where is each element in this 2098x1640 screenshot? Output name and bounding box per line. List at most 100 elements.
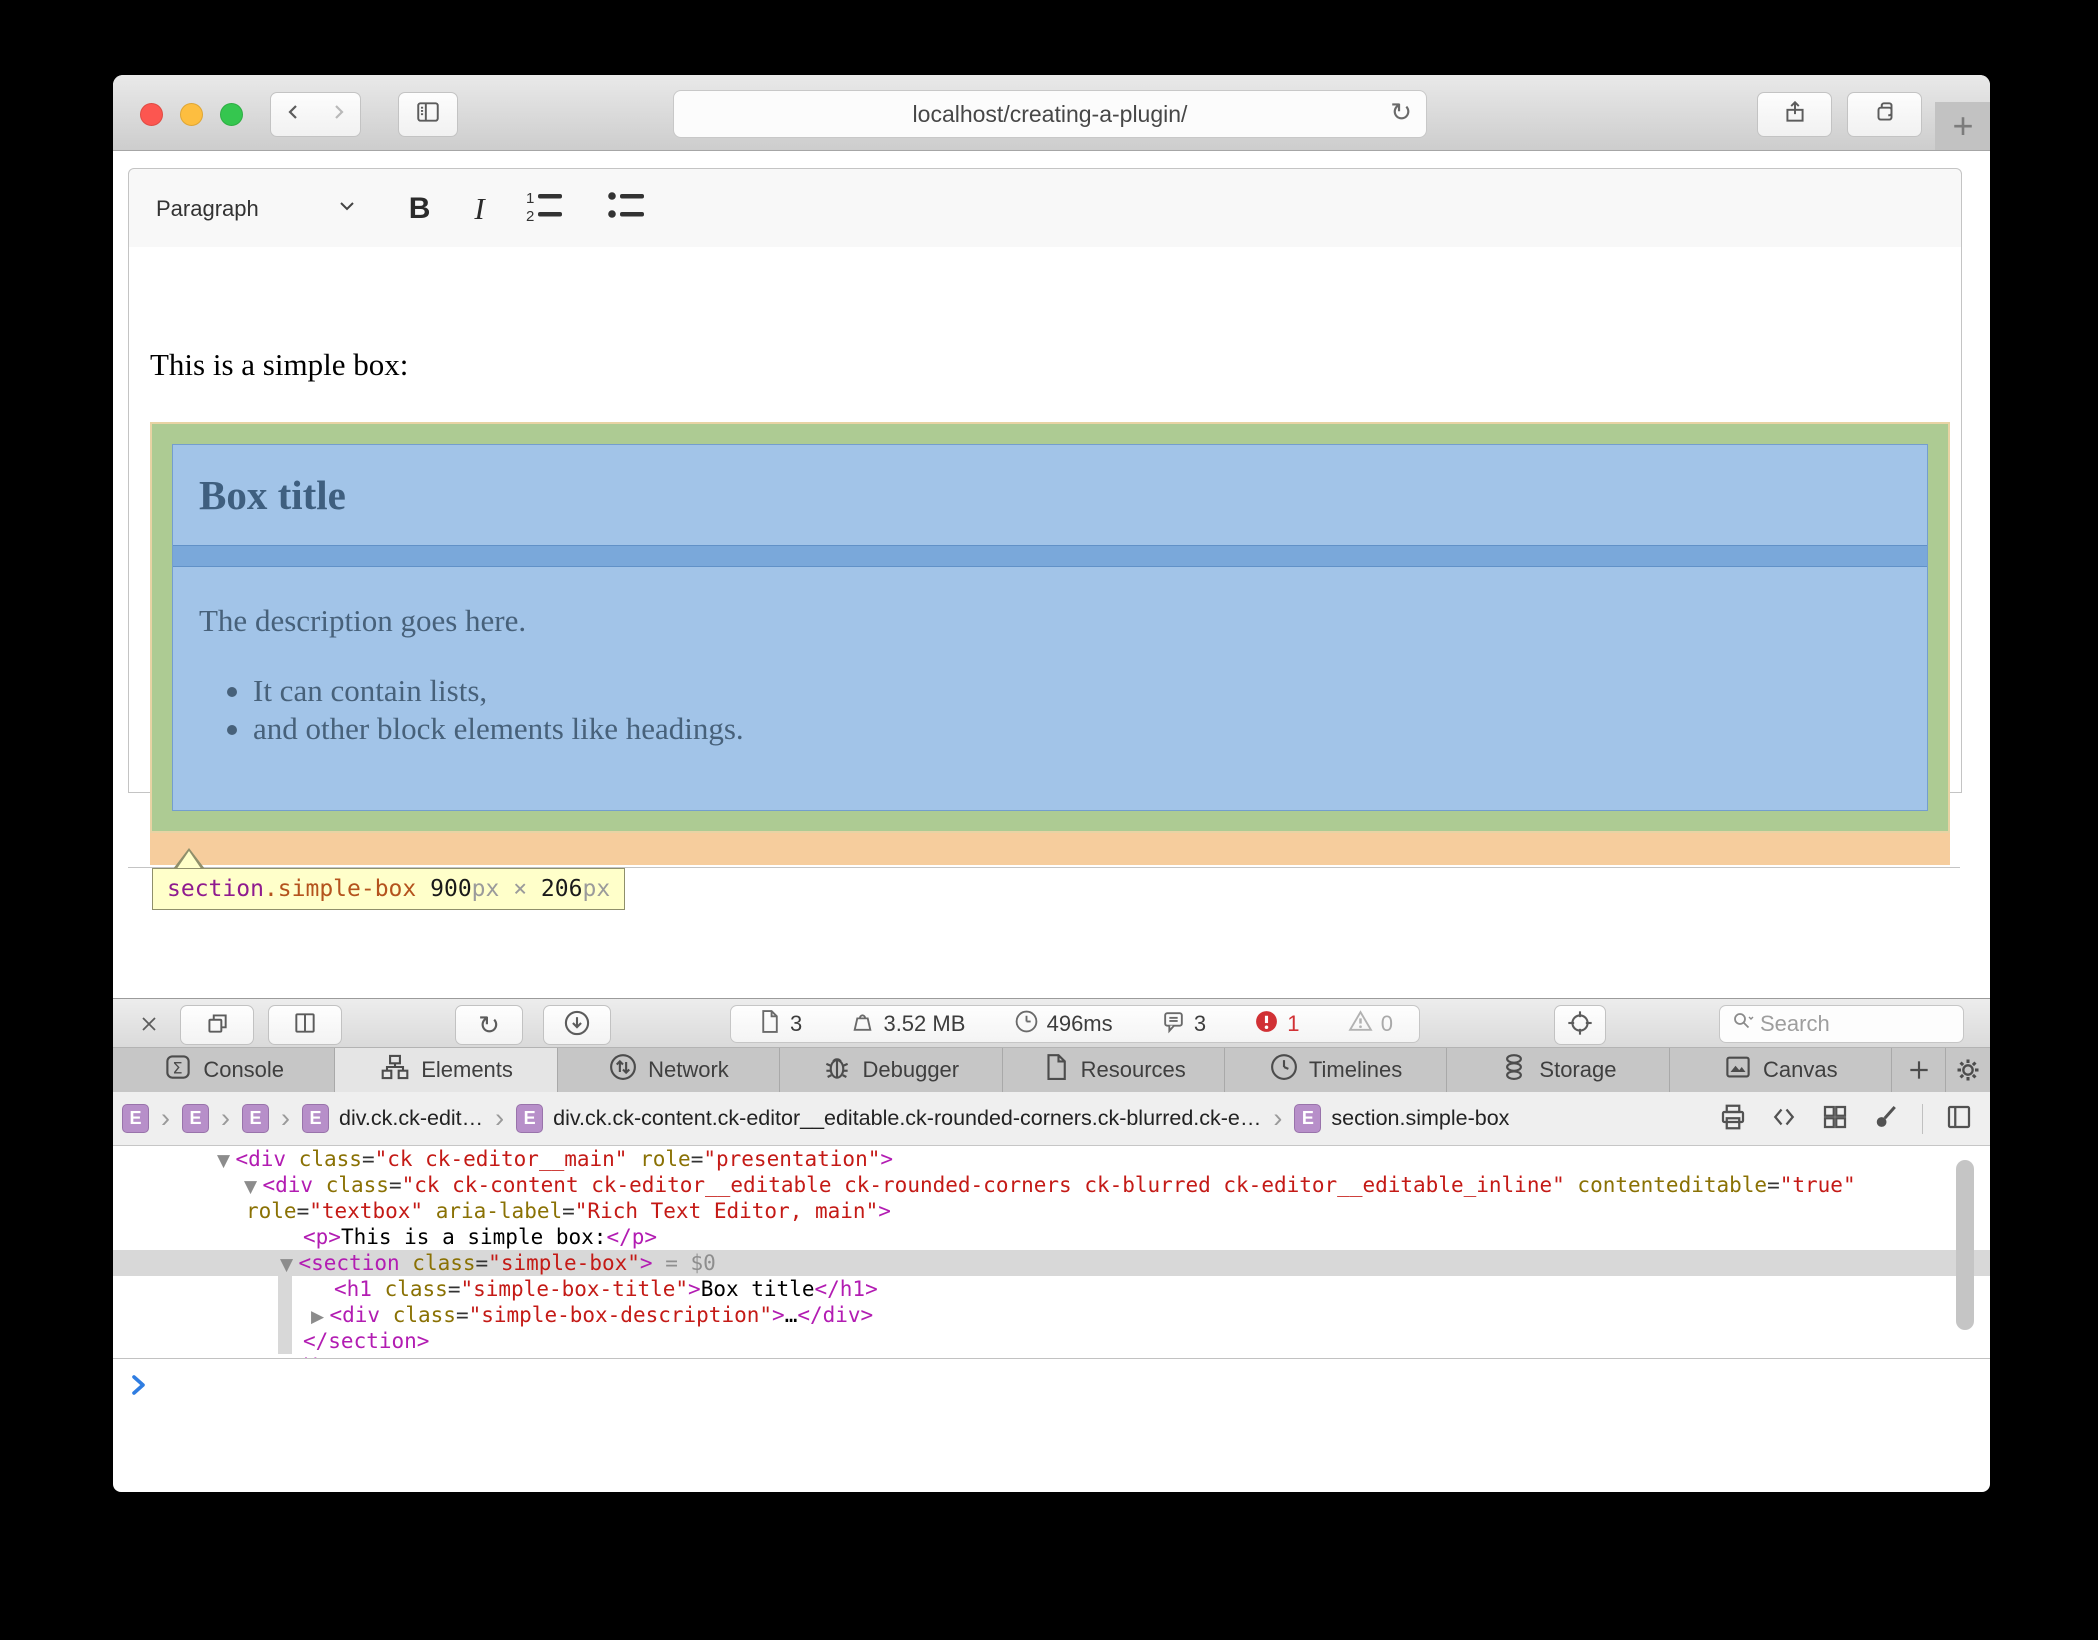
stat-error[interactable]: 1: [1254, 1009, 1299, 1040]
grid-icon[interactable]: [1820, 1102, 1850, 1137]
tab-resources[interactable]: Resources: [1003, 1048, 1225, 1092]
tab-storage[interactable]: Storage: [1447, 1048, 1669, 1092]
forward-icon: [326, 100, 350, 129]
syntax-token: </h1>: [815, 1277, 878, 1301]
tab-canvas[interactable]: Canvas: [1670, 1048, 1892, 1092]
settings-gear-button[interactable]: [1946, 1048, 1990, 1092]
element-badge[interactable]: E: [242, 1104, 269, 1133]
element-badge[interactable]: E: [182, 1104, 209, 1133]
bulleted-list-button[interactable]: [607, 188, 649, 229]
url-text: localhost/creating-a-plugin/: [913, 101, 1188, 128]
box-title[interactable]: Box title: [199, 471, 346, 519]
detach-inspector-button[interactable]: [180, 1005, 254, 1045]
dock-side-button[interactable]: [268, 1005, 342, 1045]
back-button[interactable]: [270, 92, 317, 137]
download-button[interactable]: [543, 1005, 611, 1045]
dom-tree-row[interactable]: ▼ <div class="ck ck-editor__main" role="…: [113, 1146, 1990, 1172]
box-description[interactable]: The description goes here.: [199, 603, 526, 639]
tab-debugger[interactable]: Debugger: [780, 1048, 1002, 1092]
tab-label: Elements: [421, 1057, 513, 1083]
tooltip-token: ×: [499, 876, 541, 902]
sidebar-toggle-button[interactable]: [398, 92, 458, 137]
syntax-token: =: [362, 1147, 375, 1171]
resource-stats-bar[interactable]: 3 3.52 MB 496ms 3 1 0: [730, 1005, 1420, 1043]
forward-button[interactable]: [315, 92, 361, 137]
svg-text:2: 2: [526, 208, 534, 224]
resources-icon: [1041, 1052, 1071, 1088]
stat-weight[interactable]: 3.52 MB: [850, 1009, 965, 1040]
tab-timelines[interactable]: Timelines: [1225, 1048, 1447, 1092]
numbered-list-button[interactable]: 12: [525, 188, 567, 229]
chevron-down-icon[interactable]: [337, 199, 357, 218]
minimize-window-button[interactable]: [180, 103, 203, 126]
dom-tree-row[interactable]: ▼ <div class="ck ck-content ck-editor__e…: [113, 1172, 1990, 1198]
syntax-token: class: [326, 1173, 389, 1197]
share-icon: [1782, 99, 1808, 130]
syntax-token: This is a simple box:: [341, 1225, 607, 1249]
dom-tree-row[interactable]: role="textbox" aria-label="Rich Text Edi…: [113, 1198, 1990, 1224]
share-button[interactable]: [1757, 92, 1832, 137]
inspector-search-field[interactable]: Search: [1719, 1005, 1964, 1043]
highlight-margin-strip: [150, 833, 1950, 865]
stat-document[interactable]: 3: [757, 1009, 802, 1040]
inspected-element-highlight: Box title The description goes here. It …: [150, 422, 1950, 833]
stat-warning[interactable]: 0: [1348, 1009, 1393, 1040]
dom-tree-row[interactable]: <h1 class="simple-box-title">Box title</…: [113, 1276, 1990, 1302]
tooltip-token: 206: [541, 876, 583, 902]
dom-tree-row[interactable]: <p>This is a simple box:</p>: [113, 1224, 1990, 1250]
paragraph-dropdown[interactable]: Paragraph: [156, 196, 259, 222]
dom-tree-row[interactable]: ▶ <div class="simple-box-description">…<…: [113, 1302, 1990, 1328]
tooltip-token: 900: [430, 876, 472, 902]
italic-button[interactable]: I: [474, 191, 484, 227]
panel-right-icon[interactable]: [1944, 1102, 1974, 1137]
syntax-token: >: [880, 1147, 893, 1171]
tab-label: Timelines: [1309, 1057, 1402, 1083]
dom-scrollbar-thumb[interactable]: [1956, 1160, 1974, 1330]
add-tab-button[interactable]: [1892, 1048, 1946, 1092]
divider: [1922, 1104, 1923, 1134]
element-selection-button[interactable]: [1554, 1005, 1606, 1045]
tab-label: Debugger: [862, 1057, 959, 1083]
reload-icon[interactable]: ↻: [1390, 97, 1412, 128]
box-bullet-item[interactable]: and other block elements like headings.: [253, 711, 744, 747]
stat-bubble[interactable]: 3: [1161, 1009, 1206, 1040]
tab-console[interactable]: ΣConsole: [113, 1048, 335, 1092]
address-bar[interactable]: localhost/creating-a-plugin/ ↻: [673, 90, 1427, 138]
element-badge[interactable]: E: [516, 1104, 543, 1133]
debugger-icon: [822, 1052, 852, 1088]
timelines-icon: [1269, 1052, 1299, 1088]
error-icon: [1254, 1009, 1279, 1040]
dom-tree-row[interactable]: </section>: [113, 1328, 1990, 1354]
breadcrumb-label[interactable]: section.simple-box: [1331, 1106, 1509, 1131]
dom-tree-row[interactable]: ▼ <section class="simple-box"> = $0: [113, 1250, 1990, 1276]
tab-overview-button[interactable]: [1847, 92, 1922, 137]
clock-icon: [1014, 1009, 1039, 1040]
element-badge[interactable]: E: [122, 1104, 149, 1133]
breadcrumb-label[interactable]: div.ck.ck-content.ck-editor__editable.ck…: [553, 1106, 1261, 1131]
console-prompt[interactable]: [113, 1358, 1990, 1415]
box-bullet-item[interactable]: It can contain lists,: [253, 673, 487, 709]
code-brackets-icon[interactable]: [1769, 1102, 1799, 1137]
reload-page-button[interactable]: ↻: [455, 1005, 523, 1045]
paintbrush-icon[interactable]: [1871, 1102, 1901, 1137]
zoom-window-button[interactable]: [220, 103, 243, 126]
editor-paragraph[interactable]: This is a simple box:: [150, 347, 408, 383]
web-inspector: ↻ 3 3.52 MB 496ms 3 1 0 Search ΣConsole Elemen…: [113, 998, 1990, 1492]
bold-button[interactable]: B: [409, 192, 431, 226]
tab-network[interactable]: Network: [558, 1048, 780, 1092]
printer-icon[interactable]: [1718, 1102, 1748, 1137]
close-inspector-button[interactable]: [137, 1012, 161, 1041]
element-badge[interactable]: E: [1294, 1104, 1321, 1133]
syntax-token: =: [389, 1173, 402, 1197]
close-window-button[interactable]: [140, 103, 163, 126]
stat-clock[interactable]: 496ms: [1014, 1009, 1113, 1040]
tab-elements[interactable]: Elements: [335, 1048, 557, 1092]
reload-icon: ↻: [478, 1010, 500, 1041]
search-icon: [1730, 1009, 1754, 1039]
warning-icon: [1348, 1009, 1373, 1040]
element-badge[interactable]: E: [302, 1104, 329, 1133]
syntax-token: "true": [1780, 1173, 1856, 1197]
breadcrumb-label[interactable]: div.ck.ck-edit…: [339, 1106, 483, 1131]
new-tab-button[interactable]: +: [1935, 102, 1990, 150]
syntax-token: "textbox": [309, 1199, 423, 1223]
